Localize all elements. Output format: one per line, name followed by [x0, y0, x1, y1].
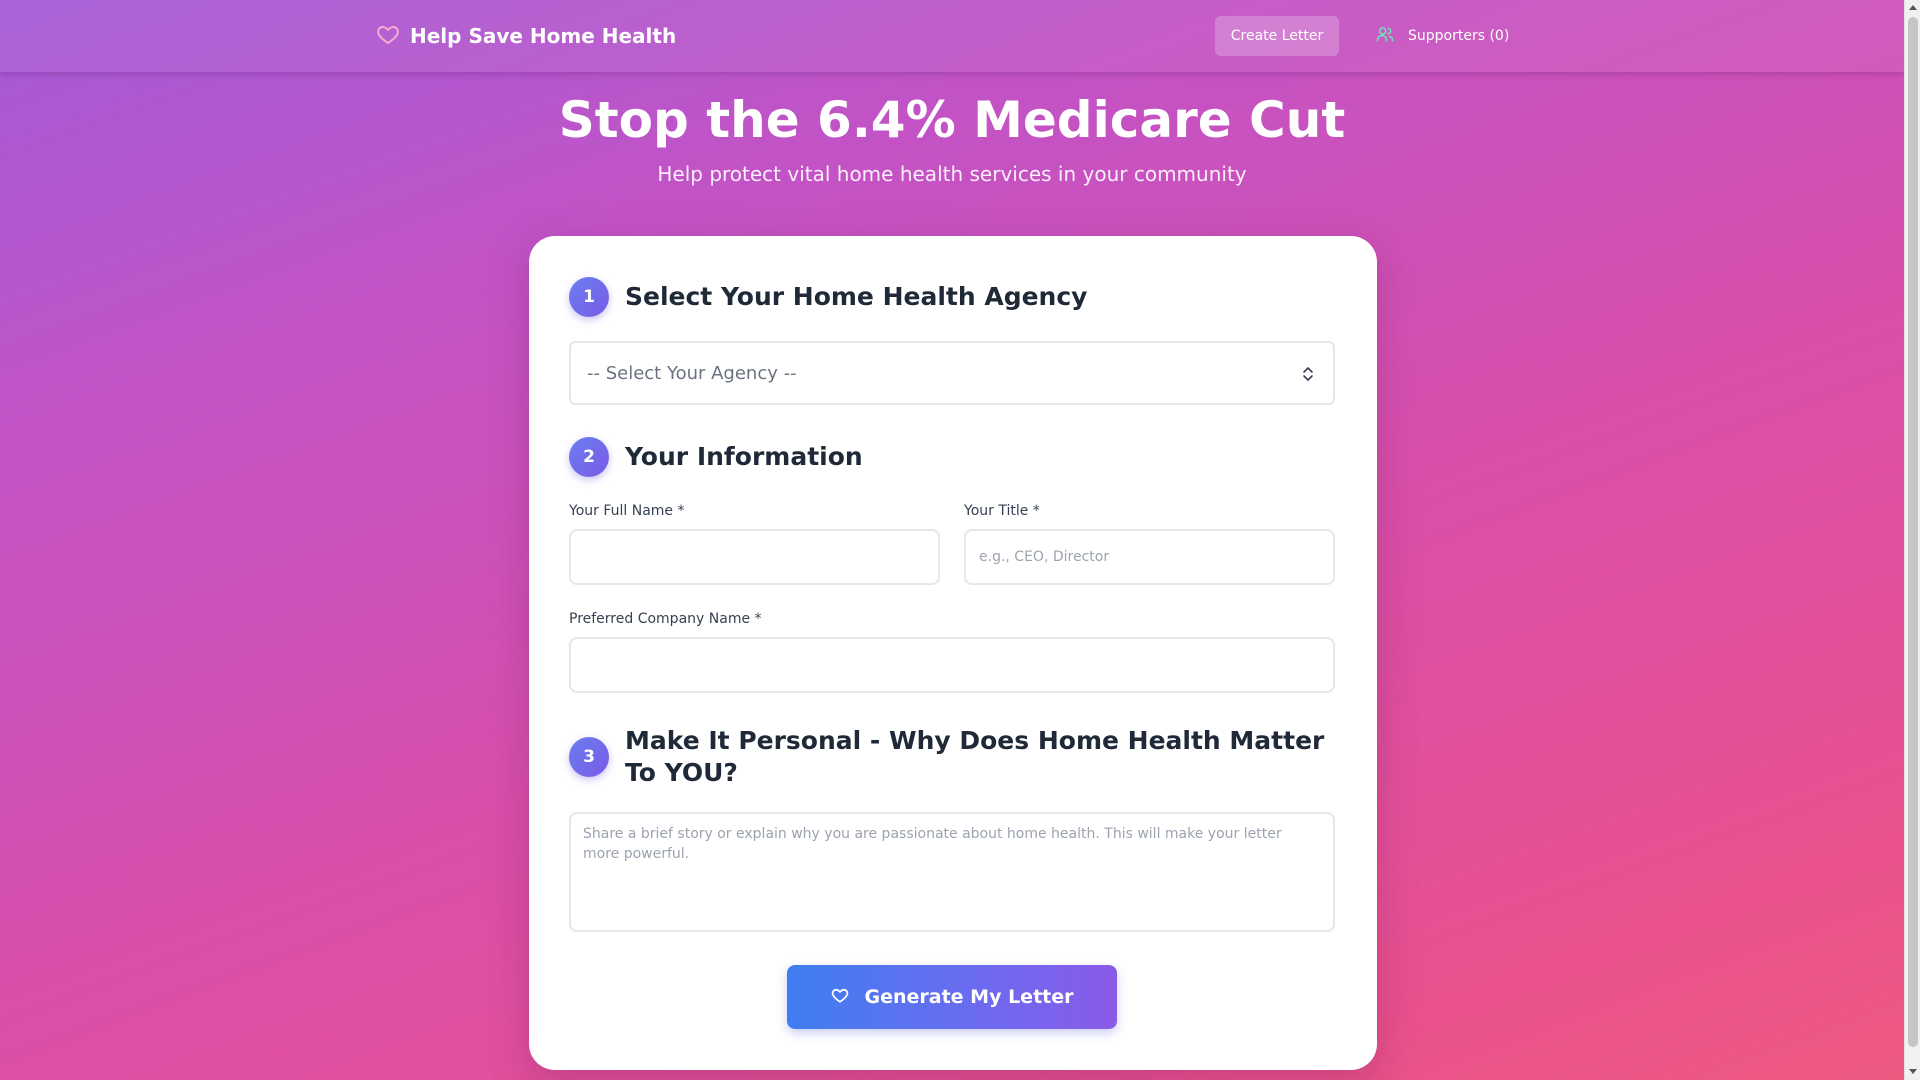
- step-3-badge: 3: [569, 737, 609, 777]
- brand-title: Help Save Home Health: [410, 24, 677, 48]
- chevron-up-down-icon: [1301, 365, 1315, 388]
- create-letter-button[interactable]: Create Letter: [1215, 16, 1339, 56]
- scrollbar-thumb[interactable]: [1908, 17, 1918, 1047]
- agency-select[interactable]: -- Select Your Agency --: [569, 341, 1335, 405]
- scroll-up-arrow-icon[interactable]: [1909, 5, 1917, 10]
- personal-story-textarea[interactable]: [569, 812, 1335, 932]
- generate-letter-button[interactable]: Generate My Letter: [787, 965, 1117, 1029]
- page-title: Stop the 6.4% Medicare Cut: [558, 91, 1346, 149]
- users-icon: [1376, 25, 1394, 47]
- generate-letter-label: Generate My Letter: [864, 986, 1074, 1008]
- brand[interactable]: Help Save Home Health: [376, 20, 676, 52]
- company-name-label: Preferred Company Name *: [569, 611, 762, 627]
- step-2-title: Your Information: [625, 442, 863, 471]
- scroll-down-arrow-icon[interactable]: [1909, 1069, 1917, 1074]
- letter-form-card: 1 Select Your Home Health Agency -- Sele…: [529, 236, 1377, 1070]
- step-1-title: Select Your Home Health Agency: [625, 282, 1088, 311]
- full-name-label: Your Full Name *: [569, 503, 685, 519]
- full-name-input[interactable]: [569, 529, 940, 585]
- title-label: Your Title *: [964, 503, 1040, 519]
- top-navbar: Help Save Home Health Create Letter Supp…: [0, 0, 1904, 72]
- heart-icon: [376, 22, 400, 50]
- step-2-badge: 2: [569, 437, 609, 477]
- page-scrollbar[interactable]: [1904, 0, 1920, 1080]
- title-input[interactable]: [964, 529, 1335, 585]
- supporters-link[interactable]: Supporters (0): [1376, 16, 1509, 56]
- agency-select-value: -- Select Your Agency --: [587, 362, 797, 384]
- step-3-title: Make It Personal - Why Does Home Health …: [625, 726, 1325, 787]
- step-1-badge: 1: [569, 277, 609, 317]
- company-name-input[interactable]: [569, 637, 1335, 693]
- page-subtitle: Help protect vital home health services …: [657, 162, 1247, 186]
- supporters-label: Supporters (0): [1408, 28, 1510, 44]
- heart-icon: [831, 986, 849, 1009]
